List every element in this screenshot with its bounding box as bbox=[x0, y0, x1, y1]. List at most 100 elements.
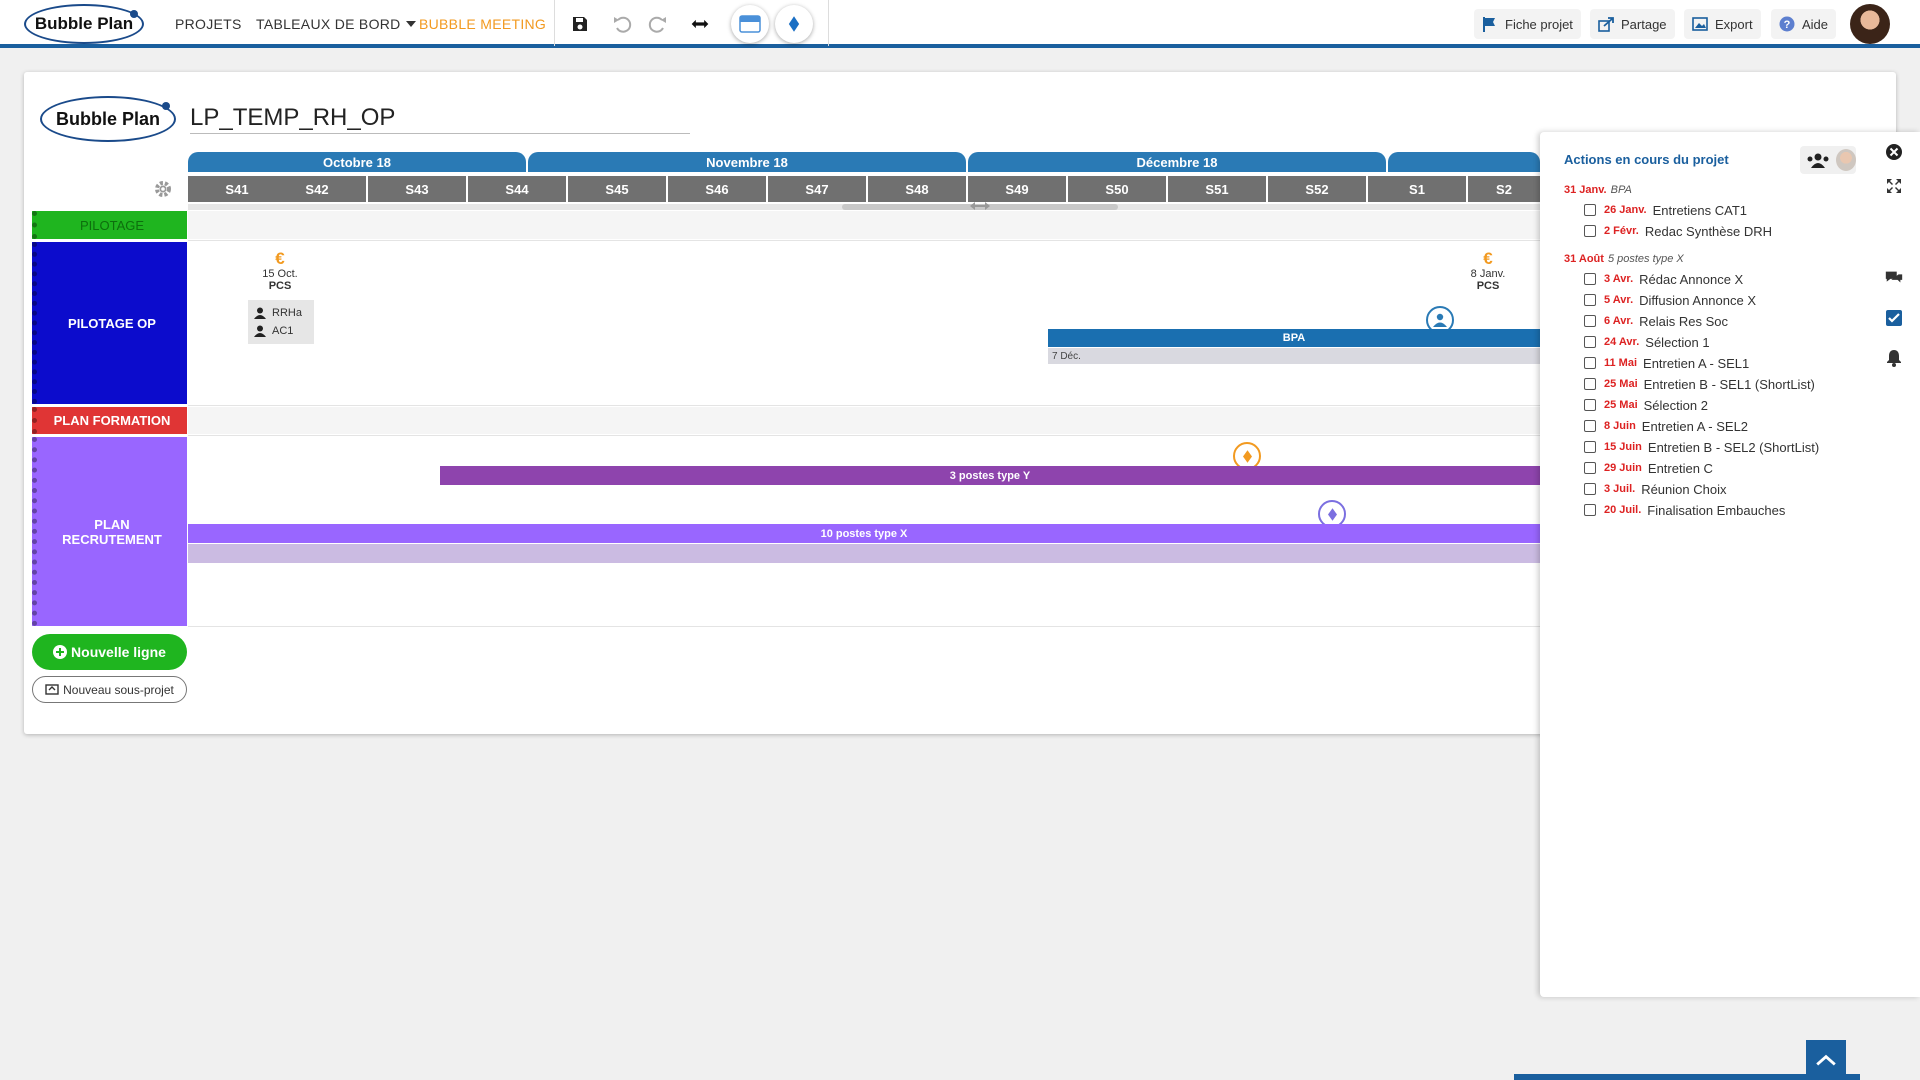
expand-horizontal-icon[interactable] bbox=[686, 10, 714, 38]
checkbox[interactable] bbox=[1584, 462, 1596, 474]
save-icon[interactable] bbox=[566, 10, 594, 38]
row-area-pilotage bbox=[188, 211, 1540, 239]
action-item[interactable]: 26 Janv. Entretiens CAT1 bbox=[1584, 201, 1747, 219]
panel-title: Actions en cours du projet bbox=[1564, 152, 1729, 167]
bar-bpa[interactable]: BPA bbox=[1048, 329, 1540, 347]
week-header: S46 bbox=[668, 176, 766, 202]
user-avatar-small[interactable] bbox=[1836, 149, 1856, 171]
resource-list[interactable]: RRHa AC1 bbox=[248, 300, 314, 344]
checkbox[interactable] bbox=[1584, 336, 1596, 348]
action-item[interactable]: 25 Mai Sélection 2 bbox=[1584, 396, 1708, 414]
action-item[interactable]: 3 Juil. Réunion Choix bbox=[1584, 480, 1726, 498]
calendar-icon[interactable] bbox=[731, 5, 769, 43]
milestone-pcs-janv[interactable]: € 8 Janv. PCS bbox=[1458, 250, 1518, 293]
checkbox[interactable] bbox=[1584, 294, 1596, 306]
subproject-icon bbox=[45, 683, 59, 695]
panel-tabs[interactable] bbox=[1800, 146, 1856, 174]
checkbox[interactable] bbox=[1584, 378, 1596, 390]
week-header: S47 bbox=[768, 176, 866, 202]
nav-bubble-meeting[interactable]: BUBBLE MEETING bbox=[419, 0, 546, 48]
project-title[interactable]: LP_TEMP_RH_OP bbox=[190, 104, 690, 134]
checkbox[interactable] bbox=[1584, 273, 1596, 285]
row-label-pilotage-op[interactable]: PILOTAGE OP bbox=[32, 242, 187, 404]
action-item[interactable]: 3 Avr. Rédac Annonce X bbox=[1584, 270, 1743, 288]
resource-item: AC1 bbox=[254, 322, 308, 340]
checkbox[interactable] bbox=[1584, 441, 1596, 453]
checkbox[interactable] bbox=[1584, 420, 1596, 432]
week-header: S44 bbox=[468, 176, 566, 202]
row-divider bbox=[188, 240, 1540, 241]
fullscreen-icon[interactable] bbox=[1882, 174, 1906, 198]
app-logo[interactable]: Bubble Plan bbox=[24, 4, 144, 44]
aide-button[interactable]: ? Aide bbox=[1771, 9, 1837, 39]
export-button[interactable]: Export bbox=[1684, 9, 1761, 39]
user-avatar[interactable] bbox=[1850, 4, 1890, 44]
separator bbox=[554, 0, 555, 46]
week-header: S43 bbox=[368, 176, 466, 202]
action-group-header: 31 Janv. BPA bbox=[1564, 184, 1632, 196]
row-divider bbox=[188, 626, 1540, 627]
week-header: S42 bbox=[268, 176, 366, 202]
checkbox[interactable] bbox=[1584, 204, 1596, 216]
chevron-up-icon bbox=[1816, 1054, 1836, 1066]
milestone-icon[interactable] bbox=[775, 5, 813, 43]
action-item[interactable]: 15 Juin Entretien B - SEL2 (ShortList) bbox=[1584, 438, 1819, 456]
gear-icon[interactable] bbox=[146, 174, 180, 204]
week-header: S48 bbox=[868, 176, 966, 202]
action-item[interactable]: 25 Mai Entretien B - SEL1 (ShortList) bbox=[1584, 375, 1815, 393]
resource-item: RRHa bbox=[254, 304, 308, 322]
row-divider bbox=[188, 435, 1540, 436]
nouvelle-ligne-button[interactable]: Nouvelle ligne bbox=[32, 634, 187, 670]
bar-postes-type-x[interactable]: 10 postes type X bbox=[188, 524, 1540, 543]
action-item[interactable]: 24 Avr. Sélection 1 bbox=[1584, 333, 1710, 351]
help-icon: ? bbox=[1779, 16, 1795, 32]
month-header: Novembre 18 bbox=[528, 152, 966, 172]
action-item[interactable]: 8 Juin Entretien A - SEL2 bbox=[1584, 417, 1748, 435]
month-header bbox=[1388, 152, 1540, 172]
action-group-header: 31 Août 5 postes type X bbox=[1564, 253, 1684, 265]
row-area-plan-formation bbox=[188, 407, 1540, 434]
row-divider bbox=[188, 405, 1540, 406]
checkbox-checked-icon[interactable] bbox=[1882, 306, 1906, 330]
action-item[interactable]: 2 Févr. Redac Synthèse DRH bbox=[1584, 222, 1772, 240]
project-logo: Bubble Plan bbox=[40, 96, 176, 142]
bar-postes-type-y[interactable]: 3 postes type Y bbox=[440, 466, 1540, 485]
nav-tableaux-de-bord[interactable]: TABLEAUX DE BORD bbox=[256, 0, 416, 48]
month-header: Décembre 18 bbox=[968, 152, 1386, 172]
week-header: S51 bbox=[1168, 176, 1266, 202]
checkbox[interactable] bbox=[1584, 483, 1596, 495]
fiche-projet-button[interactable]: Fiche projet bbox=[1474, 9, 1581, 39]
nouveau-sous-projet-button[interactable]: Nouveau sous-projet bbox=[32, 676, 187, 703]
team-icon[interactable] bbox=[1806, 152, 1830, 168]
action-item[interactable]: 29 Juin Entretien C bbox=[1584, 459, 1713, 477]
checkbox[interactable] bbox=[1584, 315, 1596, 327]
action-item[interactable]: 6 Avr. Relais Res Soc bbox=[1584, 312, 1728, 330]
action-item[interactable]: 5 Avr. Diffusion Annonce X bbox=[1584, 291, 1756, 309]
row-label-pilotage[interactable]: PILOTAGE bbox=[32, 211, 187, 239]
week-header: S45 bbox=[568, 176, 666, 202]
caret-down-icon bbox=[405, 21, 416, 27]
flag-icon bbox=[1483, 17, 1495, 32]
redo-icon[interactable] bbox=[644, 10, 672, 38]
separator bbox=[828, 0, 829, 46]
undo-icon[interactable] bbox=[608, 10, 636, 38]
bottom-bar bbox=[1514, 1074, 1860, 1080]
plus-circle-icon bbox=[53, 645, 68, 659]
action-item[interactable]: 11 Mai Entretien A - SEL1 bbox=[1584, 354, 1749, 372]
action-item[interactable]: 20 Juil. Finalisation Embauches bbox=[1584, 501, 1785, 519]
checkbox[interactable] bbox=[1584, 357, 1596, 369]
nav-projets[interactable]: PROJETS bbox=[175, 0, 242, 48]
checkbox[interactable] bbox=[1584, 504, 1596, 516]
image-icon bbox=[1692, 17, 1708, 31]
checkbox[interactable] bbox=[1584, 225, 1596, 237]
checkbox[interactable] bbox=[1584, 399, 1596, 411]
row-label-plan-recrutement[interactable]: PLAN RECRUTEMENT bbox=[32, 437, 187, 626]
comments-icon[interactable] bbox=[1882, 266, 1906, 290]
milestone-pcs-oct[interactable]: € 15 Oct. PCS bbox=[250, 250, 310, 293]
week-header: S2 bbox=[1468, 176, 1540, 202]
close-circle-icon[interactable] bbox=[1882, 140, 1906, 164]
bar-postes-type-x-sub bbox=[188, 544, 1540, 563]
row-label-plan-formation[interactable]: PLAN FORMATION bbox=[32, 407, 187, 434]
bell-icon[interactable] bbox=[1882, 346, 1906, 370]
partage-button[interactable]: Partage bbox=[1590, 9, 1675, 39]
